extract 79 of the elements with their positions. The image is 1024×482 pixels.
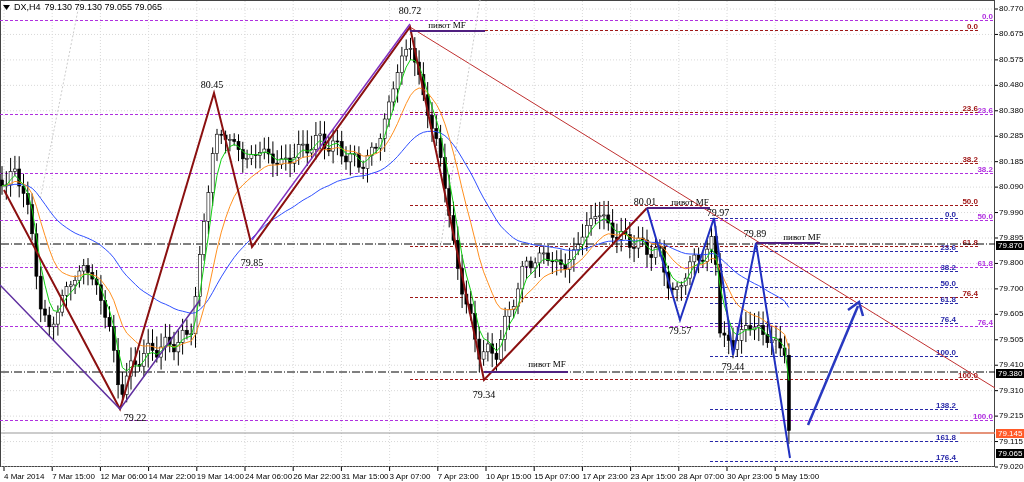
price-axis-label: 80.675: [999, 29, 1024, 39]
fib-level-label: 23.6: [962, 103, 978, 113]
fib-level-label: 0.0: [981, 11, 993, 21]
price-axis-label: 79.700: [999, 283, 1024, 293]
price-axis-label: 79.800: [999, 258, 1024, 268]
price-tag: 79.380: [996, 369, 1024, 378]
fib-level-label: 76.4: [962, 288, 978, 298]
swing-price-label: 80.01: [633, 196, 657, 207]
price-axis-label: 79.410: [999, 360, 1024, 370]
price-axis-label: 79.895: [999, 233, 1024, 242]
price-tag: 79.145: [996, 429, 1024, 438]
price-axis-label: 79.310: [999, 385, 1024, 395]
time-axis-label: 19 Mar 14:00: [196, 472, 244, 481]
symbol-label: DX,H4: [14, 2, 41, 12]
time-axis-label: 10 Apr 15:00: [486, 472, 532, 481]
fib-level-label: 23.6: [977, 105, 993, 115]
fib-level-label: 38.2: [977, 164, 993, 174]
time-axis-label: 15 Apr 07:00: [534, 472, 580, 481]
price-axis-label: 79.115: [999, 436, 1023, 446]
fib-level-label: 0.0: [966, 21, 978, 31]
fib-level-label: 161.8: [935, 432, 956, 442]
pivot-label: пивот MF: [671, 197, 709, 207]
price-axis-label: 80.575: [999, 54, 1024, 64]
quote-values: 79.130 79.130 79.055 79.065: [44, 2, 163, 12]
fib-level-label: 61.8: [962, 237, 978, 247]
price-tag: 79.065: [996, 449, 1024, 458]
price-axis-label: 79.020: [999, 462, 1024, 471]
price-axis-label: 79.605: [999, 309, 1024, 319]
price-axis-label: 79.215: [999, 411, 1024, 421]
price-axis-label: 80.480: [999, 80, 1024, 90]
fib-level-label: 50.0: [962, 196, 978, 206]
time-axis-label: 3 Apr 07:00: [389, 472, 431, 481]
price-axis-label: 80.090: [999, 182, 1024, 192]
fib-level-label: 100.0: [935, 347, 956, 357]
time-axis-label: 23 Apr 15:00: [630, 472, 676, 481]
price-axis-label: 80.770: [999, 4, 1024, 13]
time-axis-label: 30 Apr 23:00: [727, 472, 773, 481]
time-axis-label: 31 Mar 15:00: [341, 472, 389, 481]
price-axis-label: 79.505: [999, 334, 1024, 344]
arrow-icon: [806, 299, 865, 426]
pivot-label: пивот MF: [428, 20, 466, 30]
swing-price-label: 79.57: [668, 325, 692, 336]
fib-level-label: 138.2: [935, 400, 956, 410]
time-axis-label: 7 Apr 23:00: [437, 472, 479, 481]
fib-level-label: 176.4: [935, 452, 956, 462]
time-axis-label: 5 May 15:00: [775, 472, 820, 481]
price-axis-label: 80.185: [999, 156, 1024, 166]
dropdown-triangle-icon[interactable]: [3, 4, 10, 10]
pivot-label: пивот MF: [528, 359, 566, 369]
fib-level-label: 0.0: [944, 209, 956, 219]
swing-price-label: 79.85: [240, 257, 264, 268]
time-axis-label: 26 Mar 22:00: [293, 472, 341, 481]
swing-price-label: 80.45: [200, 79, 224, 90]
fib-level-label: 38.2: [962, 154, 978, 164]
time-axis-label: 12 Mar 06:00: [100, 472, 148, 481]
fib-level-label: 50.0: [940, 278, 956, 288]
price-axis-label: 80.285: [999, 131, 1024, 141]
fib-level-label: 50.0: [977, 211, 993, 221]
pivot-line: [755, 242, 821, 244]
fib-level-label: 100.0: [972, 411, 993, 421]
swing-price-label: 79.22: [123, 412, 147, 423]
pivot-label: пивот MF: [783, 232, 821, 242]
price-tag: 79.870: [996, 241, 1024, 250]
time-axis-label: 7 Mar 15:00: [52, 472, 95, 481]
time-axis-label: 17 Apr 23:00: [582, 472, 628, 481]
fib-level-label: 76.4: [940, 314, 956, 324]
time-axis-label: 14 Mar 22:00: [148, 472, 196, 481]
swing-price-label: 79.89: [743, 228, 767, 239]
price-axis-label: 79.990: [999, 207, 1024, 217]
fib-level-label: 76.4: [977, 317, 993, 327]
time-axis-label: 24 Mar 06:00: [245, 472, 293, 481]
price-axis-label: 80.380: [999, 105, 1024, 115]
swing-price-label: 79.34: [472, 389, 496, 400]
swing-price-label: 79.44: [721, 361, 745, 372]
fib-level-label: 61.8: [977, 258, 993, 268]
swing-price-label: 80.72: [398, 5, 422, 16]
time-axis-label: 28 Apr 07:00: [678, 472, 725, 481]
time-axis-label: 4 Mar 2014: [4, 472, 45, 481]
pivot-line: [646, 207, 711, 209]
